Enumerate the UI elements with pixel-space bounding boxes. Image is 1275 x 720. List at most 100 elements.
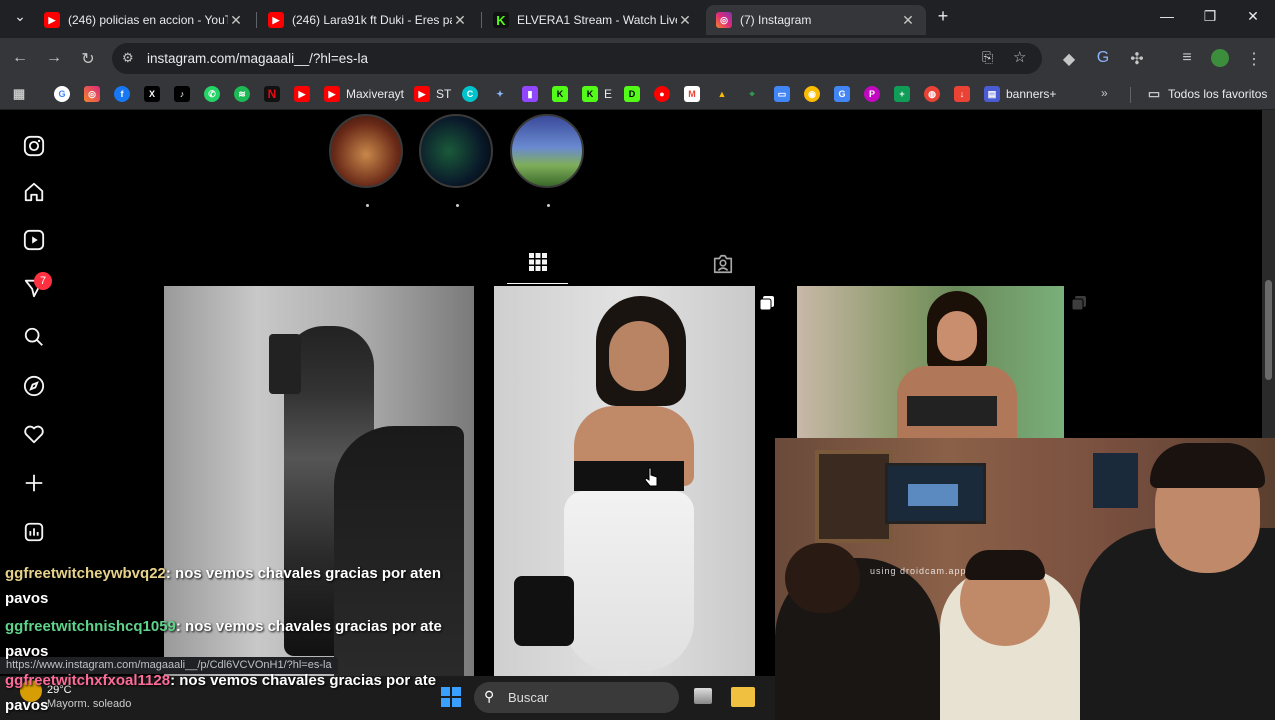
canva-icon[interactable]: C (462, 86, 484, 102)
translate-icon[interactable]: G (1093, 49, 1113, 67)
chat-message: ggfreetwitchxfxoal1128: nos vemos chaval… (5, 672, 436, 689)
gemini-icon[interactable]: ✦ (492, 86, 514, 102)
story-highlight[interactable] (510, 114, 584, 188)
bookmark-maxiverayt[interactable]: ▶ Maxiverayt (324, 86, 404, 102)
close-window-button[interactable]: ✕ (1241, 8, 1265, 25)
file-explorer-icon[interactable] (731, 687, 755, 707)
avatar[interactable] (1210, 49, 1230, 72)
cast-icon[interactable]: ◍ (924, 86, 946, 102)
story-highlight[interactable] (419, 114, 493, 188)
bookmark-e[interactable]: KE (582, 86, 612, 102)
dashboard-icon[interactable] (22, 520, 46, 544)
scrollbar-track[interactable] (1262, 110, 1275, 440)
close-tab-icon[interactable]: ✕ (677, 12, 693, 29)
close-tab-icon[interactable]: ✕ (900, 12, 916, 29)
extension-icon[interactable]: ◆ (1059, 49, 1079, 69)
posts-grid-icon[interactable] (528, 252, 548, 272)
bookmark-star-icon[interactable]: ☆ (1013, 48, 1026, 66)
download-icon[interactable]: ↓ (954, 86, 976, 102)
extensions-puzzle-icon[interactable]: ✣ (1127, 49, 1147, 69)
x-icon[interactable]: X (144, 86, 166, 102)
chat-message-cont: pavos (5, 697, 49, 714)
translate-icon[interactable]: G (834, 86, 856, 102)
taskbar-search[interactable]: ⚲ Buscar (474, 682, 679, 713)
kick-icon[interactable]: K (552, 86, 574, 102)
site-info-icon[interactable]: ⚙ (122, 50, 134, 66)
tiktok-icon[interactable]: ♪ (174, 86, 196, 102)
tab-kick[interactable]: K ELVERA1 Stream - Watch Live on Kick ✕ (483, 5, 703, 35)
apps-grid-icon[interactable]: ▦ (11, 86, 33, 102)
instagram-icon[interactable]: ◎ (84, 86, 106, 102)
chat-username: ggfreetwitchnishcq1059 (5, 618, 176, 635)
facebook-icon[interactable]: f (114, 86, 136, 102)
new-tab-button[interactable]: + (931, 6, 955, 27)
whatsapp-icon[interactable]: ✆ (204, 86, 226, 102)
maps-icon[interactable]: ⌖ (744, 86, 766, 102)
youtube-icon[interactable]: ▶ (294, 86, 316, 102)
kick-icon: K (493, 12, 509, 28)
tab-search-button[interactable]: ⌄ (8, 8, 32, 25)
chat-username: ggfreetwitcheywbvq22 (5, 565, 166, 582)
tab-youtube-lara[interactable]: ▶ (246) Lara91k ft Duki - Eres para mí ✕ (258, 5, 478, 35)
chat-message-cont: pavos (5, 590, 49, 607)
tagged-icon[interactable] (712, 253, 734, 275)
notification-badge: 7 (34, 272, 52, 290)
browser-toolbar: ← → ↻ ⚙ instagram.com/magaaali__/?hl=es-… (0, 38, 1275, 79)
spotify-icon[interactable]: ≋ (234, 86, 256, 102)
windows-start-icon[interactable] (440, 686, 462, 708)
kick-icon: K (582, 86, 598, 102)
bookmark-label: E (604, 87, 613, 101)
create-icon[interactable] (22, 471, 46, 495)
netflix-icon[interactable]: N (264, 86, 286, 102)
tab-instagram[interactable]: ◎ (7) Instagram ✕ (706, 5, 926, 35)
media-control-icon[interactable]: ≡ (1177, 49, 1197, 67)
youtube-music-icon[interactable]: ● (654, 86, 676, 102)
all-favorites-label: Todos los favoritos (1168, 87, 1268, 101)
minimize-button[interactable]: — (1155, 8, 1179, 24)
banner-icon: ▤ (984, 86, 1000, 102)
reload-icon[interactable]: ↻ (78, 49, 98, 69)
chat-icon[interactable]: ◉ (804, 86, 826, 102)
tab-youtube-policias[interactable]: ▶ (246) policias en accion - YouTube ✕ (34, 5, 254, 35)
address-bar[interactable]: ⚙ instagram.com/magaaali__/?hl=es-la ⎘ ☆ (112, 43, 1042, 74)
search-icon[interactable] (22, 325, 46, 349)
back-icon[interactable]: ← (10, 49, 30, 67)
install-app-icon[interactable]: ⎘ (982, 49, 993, 66)
home-icon[interactable] (22, 180, 46, 204)
folder-icon: ▭ (1147, 86, 1161, 101)
forward-icon[interactable]: → (44, 49, 64, 67)
gmail-icon[interactable]: M (684, 86, 706, 102)
cursor-icon (644, 466, 659, 487)
drive-icon[interactable]: ▲ (714, 86, 736, 102)
bookmark-st[interactable]: ▶ ST (414, 86, 451, 102)
instagram-logo-icon[interactable] (22, 134, 46, 158)
url-text[interactable]: instagram.com/magaaali__/?hl=es-la (147, 51, 368, 66)
reels-icon[interactable] (22, 228, 46, 252)
close-tab-icon[interactable]: ✕ (228, 12, 244, 29)
menu-icon[interactable]: ⋮ (1244, 49, 1264, 69)
picsart-icon[interactable]: P (864, 86, 886, 102)
search-icon: ⚲ (484, 688, 495, 704)
post-thumbnail[interactable] (494, 286, 755, 676)
close-tab-icon[interactable]: ✕ (452, 12, 468, 29)
bookmark-banners[interactable]: ▤ banners+ (984, 86, 1056, 102)
scrollbar-thumb[interactable] (1265, 280, 1272, 380)
google-icon[interactable]: G (54, 86, 76, 102)
all-favorites-folder[interactable]: ▭ Todos los favoritos (1146, 86, 1268, 102)
restore-button[interactable]: ❐ (1198, 8, 1222, 25)
messages-icon[interactable]: 7 (22, 272, 52, 300)
twitch-icon[interactable]: ▮ (522, 86, 544, 102)
task-view-icon[interactable] (694, 688, 712, 704)
photos-icon[interactable]: ▭ (774, 86, 796, 102)
d-icon[interactable]: D (624, 86, 646, 102)
weather-desc[interactable]: Mayorm. soleado (47, 698, 131, 710)
sheets-icon[interactable]: + (894, 86, 916, 102)
heart-icon[interactable] (22, 422, 46, 446)
post-thumbnail[interactable] (797, 286, 1064, 438)
bookmark-label: ST (436, 87, 452, 101)
youtube-icon: ▶ (324, 86, 340, 102)
chat-message: ggfreetwitchnishcq1059: nos vemos chaval… (5, 618, 442, 635)
more-bookmarks-icon[interactable]: » (1101, 86, 1108, 100)
explore-icon[interactable] (22, 374, 46, 398)
story-highlight[interactable] (329, 114, 403, 188)
